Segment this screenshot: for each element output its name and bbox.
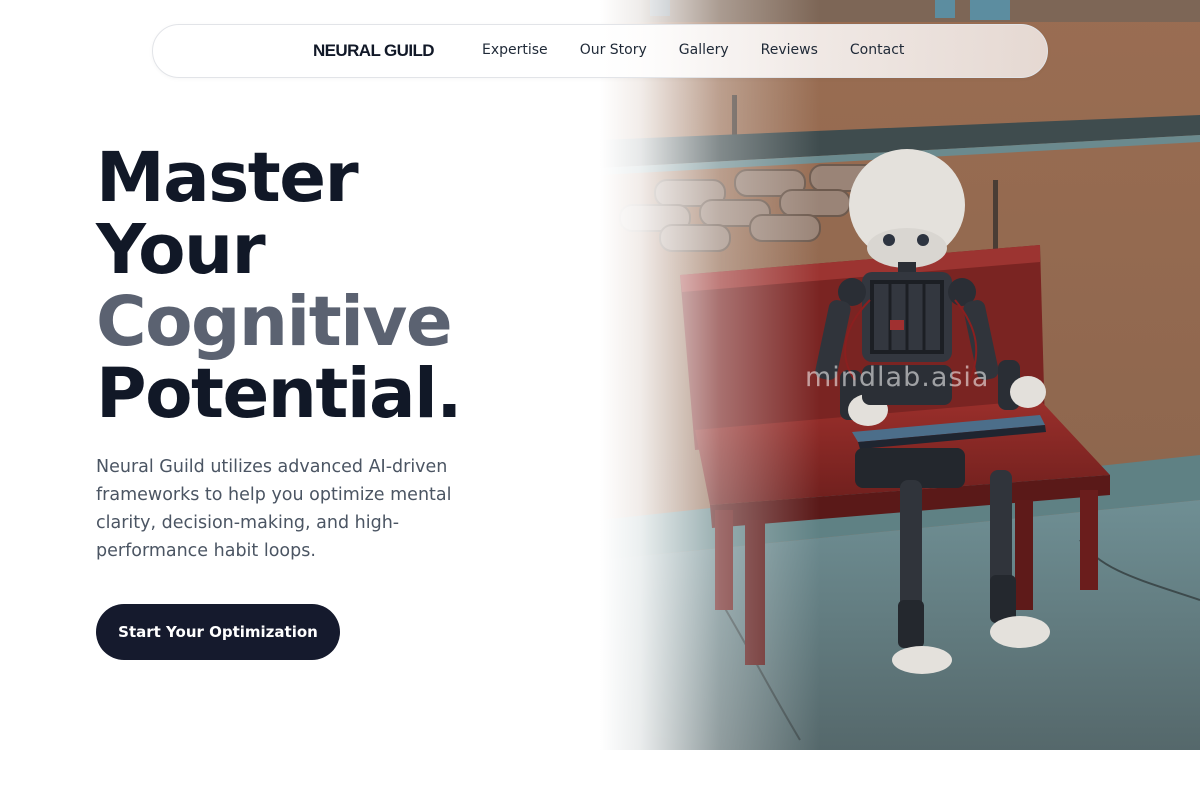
- nav-link-expertise[interactable]: Expertise: [482, 42, 548, 58]
- hero-headline: Master Your Cognitive Potential.: [96, 138, 462, 434]
- nav-link-gallery[interactable]: Gallery: [679, 42, 729, 58]
- nav-link-reviews[interactable]: Reviews: [761, 42, 818, 58]
- brand-logo[interactable]: NEURAL GUILD: [313, 41, 435, 61]
- nav-link-our-story[interactable]: Our Story: [580, 42, 647, 58]
- headline-line-4: Potential.: [96, 354, 462, 434]
- headline-line-2: Your: [96, 210, 266, 290]
- top-navigation: NEURAL GUILD Expertise Our Story Gallery…: [152, 24, 1048, 78]
- headline-line-3: Cognitive: [96, 282, 453, 362]
- start-optimization-button[interactable]: Start Your Optimization: [96, 604, 340, 660]
- hero-description: Neural Guild utilizes advanced AI-driven…: [96, 457, 452, 561]
- robot-on-bench-illustration: [600, 0, 1200, 750]
- nav-link-contact[interactable]: Contact: [850, 42, 904, 58]
- headline-line-1: Master: [96, 138, 359, 218]
- hero-image: mindlab.asia: [600, 0, 1200, 750]
- nav-links: Expertise Our Story Gallery Reviews Cont…: [482, 42, 904, 58]
